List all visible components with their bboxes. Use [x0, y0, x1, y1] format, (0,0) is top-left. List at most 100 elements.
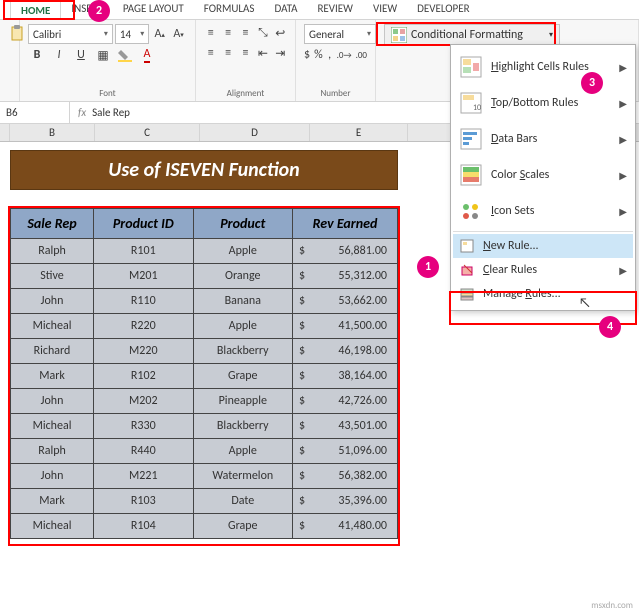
svg-text:10: 10: [473, 103, 481, 113]
italic-button[interactable]: I: [50, 46, 68, 64]
col-E[interactable]: E: [310, 124, 408, 141]
col-B[interactable]: B: [10, 124, 95, 141]
table-header: Rev Earned: [293, 209, 398, 239]
font-size-select[interactable]: 14▾: [115, 24, 149, 44]
data-table: Sale RepProduct IDProductRev Earned Ralp…: [10, 208, 398, 539]
cf-menu-cs[interactable]: Color Scales▶: [453, 157, 633, 193]
tab-formulas[interactable]: FORMULAS: [194, 0, 265, 19]
mouse-cursor-icon: ↖: [579, 294, 591, 311]
number-format-select[interactable]: General▾: [304, 24, 376, 44]
font-name-select[interactable]: Calibri▾: [28, 24, 113, 44]
font-group: Calibri▾ 14▾ A▴ A▾ B I U ▦ A Font: [20, 20, 196, 101]
table-header: Sale Rep: [11, 209, 94, 239]
tbr-icon: 10: [459, 91, 483, 115]
db-icon: [459, 127, 483, 151]
table-row[interactable]: JohnM221Watermelon$56,382.00: [11, 464, 398, 489]
step-badge-3: 3: [581, 72, 603, 94]
chevron-right-icon: ▶: [619, 169, 627, 182]
step-badge-2: 2: [88, 0, 110, 22]
align-left-icon[interactable]: ≡: [204, 44, 217, 62]
underline-button[interactable]: U: [72, 46, 90, 64]
tab-data[interactable]: DATA: [264, 0, 307, 19]
shrink-font-icon[interactable]: A▾: [170, 25, 187, 43]
chevron-right-icon: ▶: [619, 264, 627, 277]
cf-menu-is[interactable]: Icon Sets▶: [453, 193, 633, 229]
table-header: Product: [193, 209, 293, 239]
tab-home[interactable]: HOME: [10, 0, 61, 20]
align-top-icon[interactable]: ≡: [204, 24, 217, 42]
cf-menu-hcr[interactable]: Highlight Cells Rules▶: [453, 49, 633, 85]
table-row[interactable]: StiveM201Orange$55,312.00: [11, 264, 398, 289]
fx-icon[interactable]: fx: [78, 106, 86, 119]
step-badge-1: 1: [417, 256, 439, 278]
cs-icon: [459, 163, 483, 187]
caret-down-icon: ▾: [549, 30, 553, 40]
conditional-formatting-icon: [391, 27, 407, 43]
number-format-value: General: [309, 28, 344, 41]
comma-icon[interactable]: ,: [327, 46, 333, 64]
hcr-icon: [459, 55, 483, 79]
dec-decimal-icon[interactable]: .00: [356, 46, 367, 64]
col-C[interactable]: C: [95, 124, 200, 141]
currency-icon[interactable]: $: [304, 46, 310, 64]
percent-icon[interactable]: %: [314, 46, 323, 64]
cf-menu-new[interactable]: New Rule...: [453, 234, 633, 258]
sheet-title: Use of ISEVEN Function: [10, 150, 398, 190]
cf-menu-clear[interactable]: Clear Rules▶: [453, 258, 633, 282]
indent-dec-icon[interactable]: ⇤: [256, 44, 269, 62]
grow-font-icon[interactable]: A▴: [151, 25, 168, 43]
cf-menu-tbr[interactable]: 10Top/Bottom Rules▶: [453, 85, 633, 121]
chevron-right-icon: ▶: [619, 205, 627, 218]
table-row[interactable]: RalphR440Apple$51,096.00: [11, 439, 398, 464]
table-row[interactable]: RichardM220Blackberry$46,198.00: [11, 339, 398, 364]
table-row[interactable]: MichealR104Grape$41,480.00: [11, 514, 398, 539]
chevron-right-icon: ▶: [619, 97, 627, 110]
table-row[interactable]: JohnM202Pineapple$42,726.00: [11, 389, 398, 414]
table-row[interactable]: JohnR110Banana$53,662.00: [11, 289, 398, 314]
orientation-icon[interactable]: ⤡: [256, 24, 269, 42]
tab-developer[interactable]: DEVELOPER: [407, 0, 479, 19]
new-icon: [459, 238, 475, 254]
chevron-right-icon: ▶: [619, 61, 627, 74]
tab-review[interactable]: REVIEW: [307, 0, 363, 19]
is-icon: [459, 199, 483, 223]
conditional-formatting-menu: Highlight Cells Rules▶10Top/Bottom Rules…: [450, 44, 636, 311]
fill-color-button[interactable]: [116, 46, 134, 64]
font-color-button[interactable]: A: [138, 46, 156, 64]
bold-button[interactable]: B: [28, 46, 46, 64]
watermark: msxdn.com: [591, 600, 633, 611]
wrap-text-icon[interactable]: ↩: [274, 24, 287, 42]
font-group-label: Font: [28, 88, 187, 100]
border-button[interactable]: ▦: [94, 46, 112, 64]
cf-button-label: Conditional Formatting: [411, 28, 523, 42]
menu-separator: [453, 231, 633, 232]
formula-value[interactable]: Sale Rep: [92, 106, 130, 119]
tab-view[interactable]: VIEW: [363, 0, 407, 19]
table-row[interactable]: MarkR102Grape$38,164.00: [11, 364, 398, 389]
cf-menu-db[interactable]: Data Bars▶: [453, 121, 633, 157]
align-middle-icon[interactable]: ≡: [221, 24, 234, 42]
clipboard-group: [0, 20, 20, 101]
inc-decimal-icon[interactable]: .0→: [337, 46, 352, 64]
table-row[interactable]: RalphR101Apple$56,881.00: [11, 239, 398, 264]
conditional-formatting-button[interactable]: Conditional Formatting ▾: [384, 24, 560, 46]
table-header: Product ID: [94, 209, 193, 239]
font-name-value: Calibri: [33, 28, 61, 41]
indent-inc-icon[interactable]: ⇥: [274, 44, 287, 62]
tab-page-layout[interactable]: PAGE LAYOUT: [113, 0, 194, 19]
align-center-icon[interactable]: ≡: [221, 44, 234, 62]
chevron-right-icon: ▶: [619, 133, 627, 146]
alignment-group-label: Alignment: [204, 88, 287, 100]
align-bottom-icon[interactable]: ≡: [239, 24, 252, 42]
table-row[interactable]: MichealR330Blackberry$43,501.00: [11, 414, 398, 439]
alignment-group: ≡ ≡ ≡ ⤡ ↩ ≡ ≡ ≡ ⇤ ⇥ Alignment: [196, 20, 296, 101]
clear-icon: [459, 262, 475, 278]
cf-menu-manage[interactable]: Manage Rules...: [453, 282, 633, 306]
table-row[interactable]: MichealR220Apple$41,500.00: [11, 314, 398, 339]
number-group-label: Number: [304, 88, 367, 100]
table-row[interactable]: MarkR103Date$35,396.00: [11, 489, 398, 514]
step-badge-4: 4: [599, 316, 621, 338]
align-right-icon[interactable]: ≡: [239, 44, 252, 62]
col-D[interactable]: D: [200, 124, 310, 141]
name-box[interactable]: B6: [0, 102, 70, 123]
